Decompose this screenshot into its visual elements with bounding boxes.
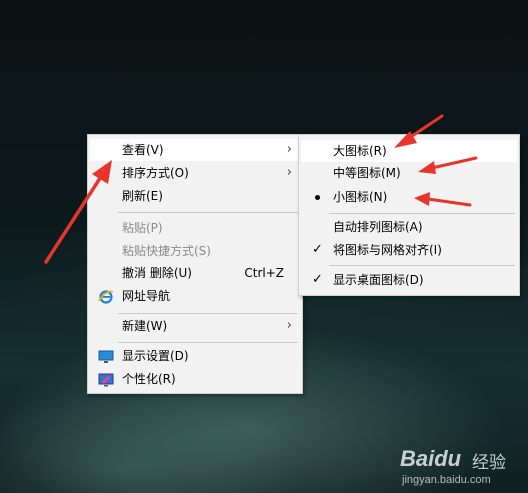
watermark-url: jingyan.baidu.com [402, 474, 491, 486]
red-arrow-icon [394, 114, 444, 148]
red-arrow-icon [44, 160, 112, 264]
annotation-arrows [44, 114, 478, 264]
red-arrow-icon [414, 192, 472, 207]
baidu-jingyan-watermark: Baidu 经验 jingyan.baidu.com [400, 440, 524, 490]
red-arrow-icon [418, 156, 478, 174]
watermark-subtitle: 经验 [472, 453, 506, 472]
watermark-brand: Baidu [400, 446, 462, 471]
